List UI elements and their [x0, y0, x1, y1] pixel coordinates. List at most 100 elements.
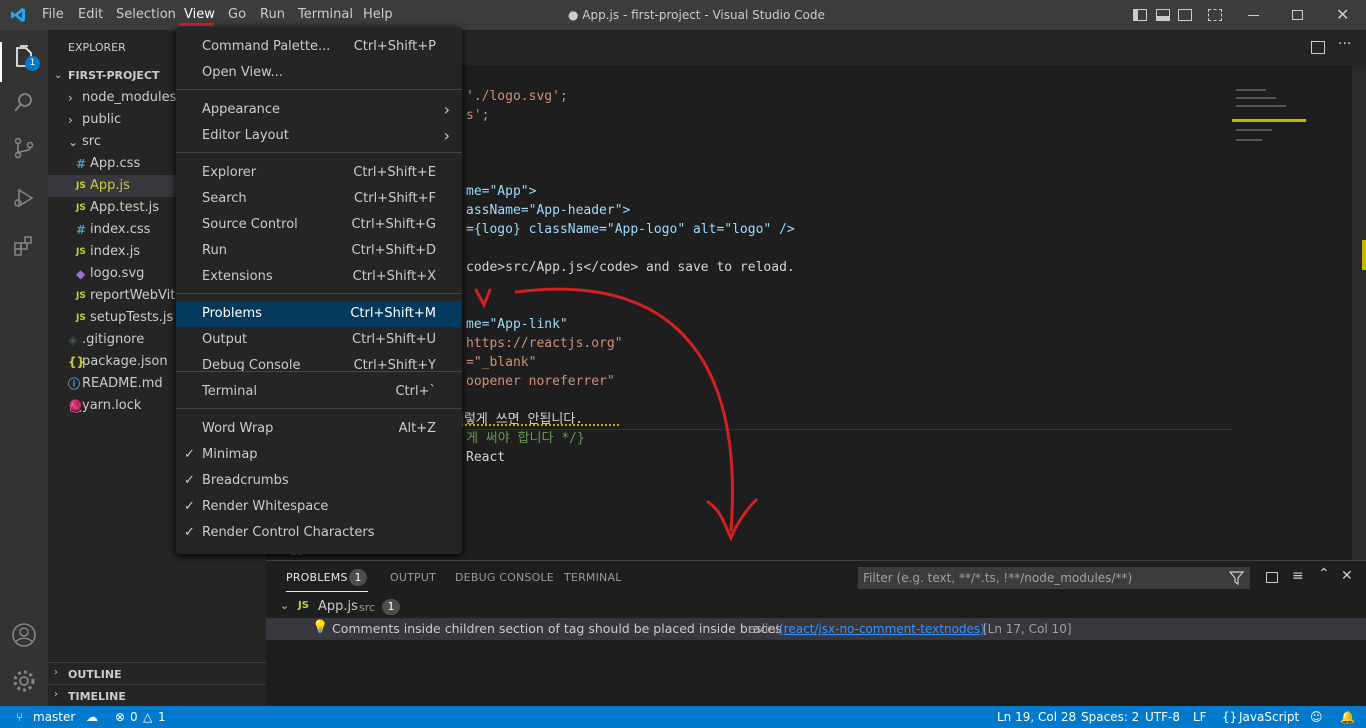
js-file-icon: JS — [298, 600, 309, 611]
view-menu-item[interactable]: ✓ Minimap — [176, 442, 462, 468]
menu-item-label: Terminal — [202, 384, 257, 399]
menu-item-label: Minimap — [202, 447, 258, 462]
menu-terminal[interactable]: Terminal — [298, 7, 353, 22]
menu-edit[interactable]: Edit — [78, 7, 103, 22]
language-mode[interactable]: JavaScript — [1239, 710, 1299, 724]
minimize-icon[interactable] — [1248, 15, 1259, 16]
tab-problems[interactable]: PROBLEMS — [286, 571, 348, 584]
accounts-icon[interactable] — [11, 622, 37, 648]
file-type-icon: # — [76, 157, 87, 171]
filter-icon[interactable] — [1229, 571, 1244, 585]
menu-view[interactable]: View — [184, 7, 215, 22]
collapse-all-icon[interactable] — [1266, 572, 1278, 583]
warning-count[interactable]: 1 — [158, 710, 166, 724]
branch-name[interactable]: master — [33, 710, 75, 724]
manage-gear-icon[interactable] — [11, 668, 37, 694]
view-menu-item[interactable]: Search Ctrl+Shift+F — [176, 186, 462, 212]
problem-location: [Ln 17, Col 10] — [983, 622, 1072, 636]
minimap-line — [1236, 139, 1262, 141]
toggle-sidebar-icon[interactable] — [1133, 9, 1147, 21]
line-ending[interactable]: LF — [1193, 710, 1207, 724]
sync-icon[interactable]: ☁ — [86, 710, 98, 724]
view-menu-item[interactable]: Explorer Ctrl+Shift+E — [176, 160, 462, 186]
checkmark-icon: ✓ — [184, 447, 195, 462]
more-actions-icon[interactable]: ··· — [1338, 36, 1351, 52]
rule-link[interactable]: (react/jsx-no-comment-textnodes) — [779, 622, 985, 636]
problem-source: eslint — [748, 622, 781, 636]
editor-scrollbar[interactable] — [1352, 65, 1366, 560]
notifications-bell-icon[interactable]: 🔔 — [1340, 710, 1355, 724]
view-menu-item[interactable]: Source Control Ctrl+Shift+G — [176, 212, 462, 238]
view-menu-item[interactable]: Debug Console Ctrl+Shift+Y — [176, 353, 462, 379]
view-menu-item[interactable]: Run Ctrl+Shift+D — [176, 238, 462, 264]
filter-input[interactable]: Filter (e.g. text, **/*.ts, !**/node_mod… — [863, 571, 1132, 585]
close-panel-icon[interactable]: ✕ — [1341, 568, 1353, 584]
view-menu-item[interactable]: ✓ Render Whitespace — [176, 494, 462, 520]
menu-run[interactable]: Run — [260, 7, 285, 22]
cursor-position[interactable]: Ln 19, Col 28 — [997, 710, 1076, 724]
toggle-secondary-sidebar-icon[interactable] — [1178, 9, 1192, 21]
menu-selection[interactable]: Selection — [116, 7, 176, 22]
file-tree-label: .gitignore — [82, 332, 145, 347]
indentation[interactable]: Spaces: 2 — [1081, 710, 1139, 724]
extensions-icon[interactable] — [12, 234, 36, 258]
split-editor-icon[interactable] — [1311, 41, 1325, 54]
outline-section[interactable]: › OUTLINE — [48, 662, 266, 684]
feedback-icon[interactable]: ☺ — [1310, 710, 1323, 724]
tab-debug-console[interactable]: DEBUG CONSOLE — [455, 571, 554, 584]
maximize-panel-icon[interactable]: ⌃ — [1318, 566, 1330, 582]
minimap-line — [1236, 97, 1276, 99]
source-control-icon[interactable] — [12, 136, 36, 160]
view-menu-item[interactable]: Terminal Ctrl+` — [176, 379, 462, 405]
view-menu-item[interactable]: Extensions Ctrl+Shift+X — [176, 264, 462, 290]
close-window-icon[interactable]: ✕ — [1336, 5, 1349, 24]
problem-file-name: App.js — [318, 599, 358, 614]
file-type-icon: 🧶 — [68, 399, 83, 413]
menu-item-shortcut: › — [443, 100, 450, 119]
problem-row[interactable]: 💡 Comments inside children section of ta… — [266, 618, 1366, 640]
language-braces-icon: {} — [1222, 710, 1238, 724]
toggle-panel-icon[interactable] — [1156, 9, 1170, 21]
file-tree-label: public — [82, 112, 122, 127]
view-menu-item[interactable]: Word Wrap Alt+Z — [176, 416, 462, 442]
customize-layout-icon[interactable] — [1208, 9, 1222, 21]
view-menu-item[interactable]: Editor Layout › — [176, 123, 462, 149]
view-menu-item[interactable]: ✓ Render Control Characters — [176, 520, 462, 546]
view-menu-item[interactable]: Appearance › — [176, 97, 462, 123]
minimap[interactable] — [1232, 85, 1322, 195]
search-icon[interactable] — [12, 90, 36, 114]
active-indicator — [0, 42, 2, 82]
lightbulb-icon: 💡 — [312, 620, 329, 635]
menu-item-label: Extensions — [202, 269, 273, 284]
view-as-list-icon[interactable]: ≡ — [1292, 568, 1304, 584]
tab-output[interactable]: OUTPUT — [390, 571, 436, 584]
problem-file-row[interactable]: ⌄ JS App.js src 1 — [266, 596, 1366, 618]
menu-go[interactable]: Go — [228, 7, 246, 22]
timeline-section[interactable]: › TIMELINE — [48, 684, 266, 706]
view-menu-item[interactable]: Command Palette... Ctrl+Shift+P — [176, 34, 462, 60]
view-menu-item[interactable]: ✓ Breadcrumbs — [176, 468, 462, 494]
file-problem-count: 1 — [382, 599, 400, 615]
warning-icon: △ — [143, 710, 153, 724]
checkmark-icon: ✓ — [184, 525, 195, 540]
problems-filter-box[interactable]: Filter (e.g. text, **/*.ts, !**/node_mod… — [858, 567, 1250, 589]
view-menu-item[interactable]: Output Ctrl+Shift+U — [176, 327, 462, 353]
encoding[interactable]: UTF-8 — [1145, 710, 1180, 724]
run-debug-icon[interactable] — [12, 186, 36, 210]
activity-bar: 1 — [0, 30, 48, 706]
file-tree-label: yarn.lock — [82, 398, 142, 413]
view-menu-item[interactable]: Problems Ctrl+Shift+M — [176, 301, 462, 327]
error-count[interactable]: 0 — [130, 710, 138, 724]
menu-file[interactable]: File — [42, 7, 64, 22]
file-type-icon: ⓘ — [68, 377, 81, 391]
chevron-down-icon: ⌄ — [280, 599, 290, 612]
file-tree-label: index.js — [90, 244, 141, 259]
outline-label: OUTLINE — [68, 668, 122, 681]
view-menu-item[interactable]: Open View... — [176, 60, 462, 86]
active-tab-underline — [286, 591, 368, 592]
menu-item-label: Output — [202, 332, 248, 347]
tab-terminal[interactable]: TERMINAL — [564, 571, 622, 584]
restore-icon[interactable] — [1292, 10, 1303, 20]
menu-item-shortcut: Ctrl+Shift+P — [353, 39, 436, 54]
menu-help[interactable]: Help — [363, 7, 393, 22]
